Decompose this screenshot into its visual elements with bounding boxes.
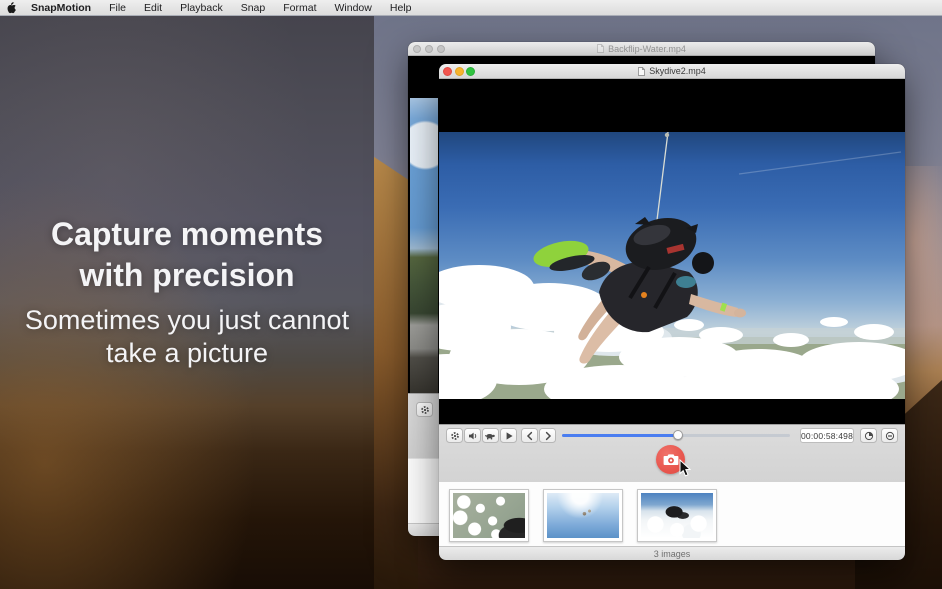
volume-button[interactable] [464,428,481,443]
background-window-title: Backflip-Water.mp4 [608,44,686,54]
timecode-field[interactable]: 00:00:58:498 [800,428,854,443]
gear-icon [420,405,430,415]
sun-glare-sky-image [547,493,619,538]
menu-item-format[interactable]: Format [274,0,325,16]
play-button[interactable] [500,428,517,443]
camera-icon [663,453,679,466]
time-format-button[interactable] [860,428,877,443]
chevron-left-icon [525,431,535,441]
menu-bar: SnapMotion File Edit Playback Snap Forma… [0,0,942,16]
front-title-bar[interactable]: Skydive2.mp4 [439,64,905,79]
timeline-thumb[interactable] [673,430,683,440]
front-window-title: Skydive2.mp4 [649,66,706,76]
video-frame [439,132,905,399]
menu-item-window[interactable]: Window [326,0,381,16]
screen: Capture moments with precision Sometimes… [0,0,942,589]
headline: Capture moments with precision [0,214,374,296]
snapshot-thumbnail-2[interactable] [543,489,623,542]
play-icon [504,431,514,441]
front-window[interactable]: 00:00:58:498 3 [439,64,905,560]
mouse-cursor [679,459,691,477]
menu-item-snap[interactable]: Snap [232,0,275,16]
subtitle-line1: Sometimes you just cannot [25,305,349,335]
chevron-right-icon [543,431,553,441]
image-count-status-bar: 3 images [439,546,905,560]
subtitle: Sometimes you just cannot take a picture [0,304,374,370]
headline-line2: with precision [79,257,294,293]
menu-item-app[interactable]: SnapMotion [22,0,100,16]
menu-item-help[interactable]: Help [381,0,421,16]
image-count-label: 3 images [654,549,691,559]
timeline-progress [562,434,678,437]
document-icon [638,67,645,76]
background-video-frame [410,98,438,393]
aerial-clouds-image [453,493,525,538]
marketing-text: Capture moments with precision Sometimes… [0,214,374,370]
video-letterbox[interactable] [439,79,905,424]
snapshot-strip [439,482,905,546]
playback-speed-button[interactable] [482,428,499,443]
skydive-scene [439,132,905,399]
apple-menu[interactable] [0,2,22,14]
document-icon [597,44,604,53]
menu-item-file[interactable]: File [100,0,135,16]
minus-circle-icon [885,431,895,441]
subtitle-line2: take a picture [106,338,268,368]
background-title-bar[interactable]: Backflip-Water.mp4 [408,42,875,56]
apple-logo-icon [6,2,16,14]
headline-line1: Capture moments [51,216,323,252]
previous-frame-button[interactable] [521,428,538,443]
skydiver-over-clouds-image [641,493,713,538]
snapshot-thumbnail-3[interactable] [637,489,717,542]
settings-button[interactable] [416,402,433,417]
pie-clock-icon [864,431,874,441]
speaker-icon [468,431,478,441]
menu-item-edit[interactable]: Edit [135,0,171,16]
next-frame-button[interactable] [539,428,556,443]
remove-button[interactable] [881,428,898,443]
turtle-icon [485,431,496,441]
menu-item-playback[interactable]: Playback [171,0,232,16]
settings-button[interactable] [446,428,463,443]
gear-icon [450,431,460,441]
snapshot-thumbnail-1[interactable] [449,489,529,542]
